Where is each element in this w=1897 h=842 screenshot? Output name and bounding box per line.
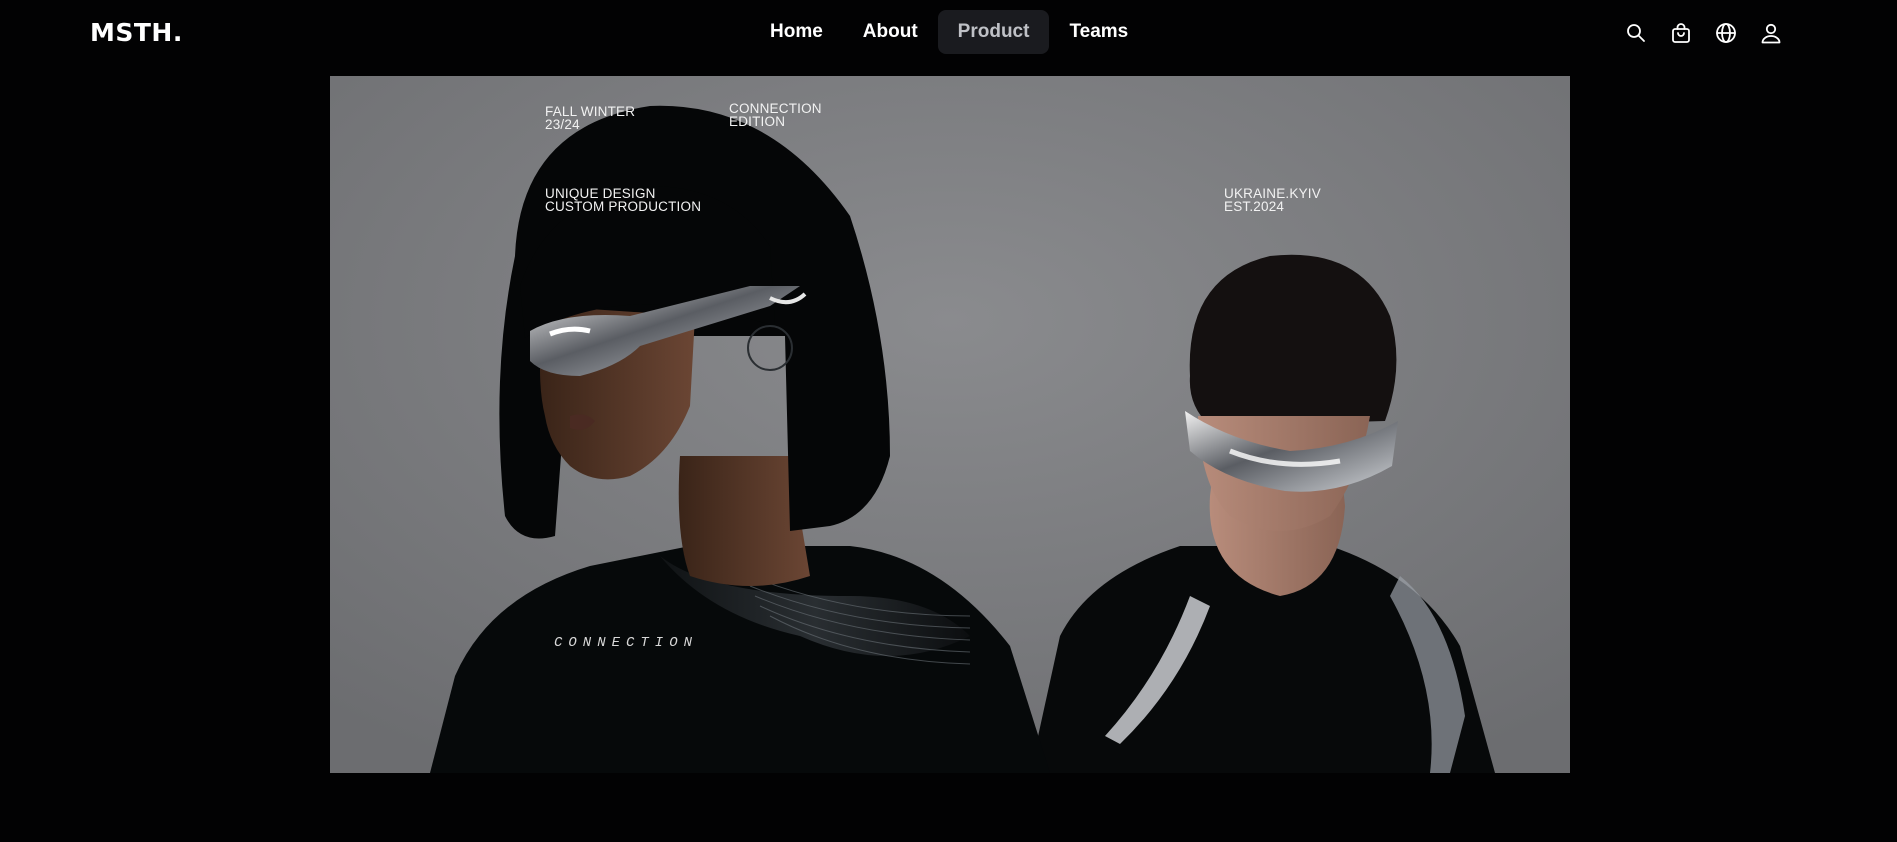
nav-about[interactable]: About (843, 10, 938, 54)
cart-icon[interactable] (1665, 15, 1697, 51)
overlay-season-line-2: 23/24 (545, 116, 580, 132)
overlay-location: UKRAINE.KYIV EST.2024 (1224, 187, 1321, 214)
shirt-print: CONNECTION (554, 635, 699, 651)
page: MSTH. Home About Product Teams FALL WINT… (0, 0, 1897, 842)
header-actions (1620, 14, 1787, 52)
overlay-location-line-2: EST.2024 (1224, 198, 1285, 214)
site-header: MSTH. Home About Product Teams (0, 0, 1897, 66)
hero-image: FALL WINTER 23/24 CONNECTION EDITION UNI… (330, 76, 1570, 773)
nav-home[interactable]: Home (750, 10, 843, 54)
user-icon[interactable] (1755, 15, 1787, 51)
logo[interactable]: MSTH. (90, 18, 183, 47)
nav-product[interactable]: Product (937, 10, 1050, 54)
nav-teams[interactable]: Teams (1049, 10, 1148, 54)
overlay-edition-line-2: EDITION (729, 113, 786, 129)
hero-photo (330, 76, 1570, 773)
overlay-edition: CONNECTION EDITION (729, 102, 822, 129)
overlay-design-line-2: CUSTOM PRODUCTION (545, 198, 702, 214)
overlay-design: UNIQUE DESIGN CUSTOM PRODUCTION (545, 187, 702, 214)
globe-icon[interactable] (1710, 15, 1742, 51)
search-icon[interactable] (1620, 15, 1652, 51)
overlay-season: FALL WINTER 23/24 (545, 105, 635, 132)
main-nav: Home About Product Teams (750, 10, 1148, 54)
